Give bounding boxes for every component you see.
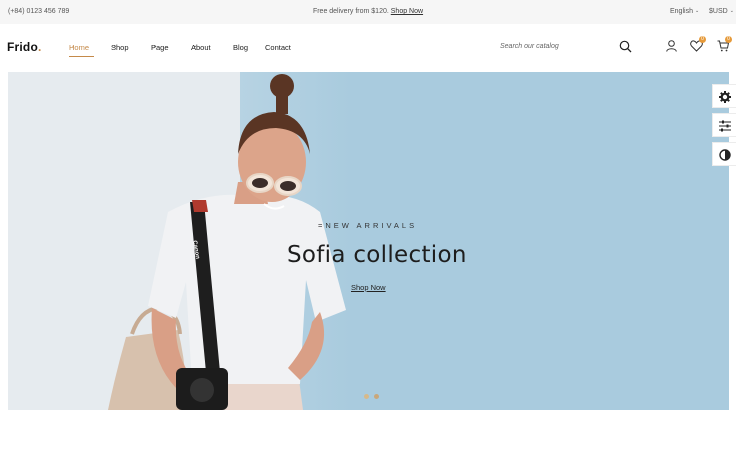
slider-dot-2[interactable] xyxy=(374,394,379,399)
contrast-icon xyxy=(719,149,731,161)
hero-subtitle: =NEW ARRIVALS xyxy=(318,221,418,230)
logo-dot: . xyxy=(38,40,42,54)
hero-slider[interactable]: Canon =NEW ARRIVALS Sofia collection Sho… xyxy=(8,72,729,410)
search-input[interactable]: Search our catalog xyxy=(500,43,559,50)
site-header: Frido. Home ⌄ Shop ⌄ Page ⌄ About ⌄ Blog Con… xyxy=(0,24,736,72)
user-icon[interactable] xyxy=(666,39,677,57)
logo[interactable]: Frido. xyxy=(7,40,42,54)
nav-item-contact[interactable]: Contact xyxy=(265,43,291,52)
contrast-toggle-button[interactable] xyxy=(712,142,736,166)
chevron-down-icon: ⌄ xyxy=(71,43,76,49)
settings-panel-button[interactable] xyxy=(712,84,736,108)
currency-selector[interactable]: $USD ⌄ xyxy=(709,8,734,15)
hero-title: Sofia collection xyxy=(287,242,467,268)
search-bar[interactable]: Search our catalog xyxy=(500,39,635,57)
currency-label: $USD xyxy=(709,8,728,15)
promo-banner: Free delivery from $120. Shop Now xyxy=(0,8,736,15)
customize-panel-button[interactable] xyxy=(712,113,736,137)
top-bar: (+84) 0123 456 789 Free delivery from $1… xyxy=(0,0,736,24)
promo-shop-now-link[interactable]: Shop Now xyxy=(391,8,423,15)
chevron-down-icon: ⌄ xyxy=(113,43,118,49)
chevron-down-icon: ⌄ xyxy=(153,43,158,49)
wishlist-button[interactable]: 0 xyxy=(690,36,706,57)
sliders-icon xyxy=(719,120,731,132)
slider-dot-1[interactable] xyxy=(364,394,369,399)
chevron-down-icon: ⌄ xyxy=(193,43,198,49)
nav-active-underline xyxy=(69,56,94,57)
hero-model-image xyxy=(108,74,346,410)
hero-shop-now-button[interactable]: Shop Now xyxy=(351,283,386,292)
promo-text: Free delivery from $120. xyxy=(312,8,389,15)
wishlist-count-badge: 0 xyxy=(699,36,706,43)
cart-button[interactable]: 0 xyxy=(717,36,732,57)
nav-item-blog[interactable]: Blog xyxy=(233,43,248,52)
language-selector[interactable]: English ⌄ xyxy=(670,8,699,15)
cart-count-badge: 0 xyxy=(725,36,732,43)
search-icon[interactable] xyxy=(619,40,632,58)
logo-text: Frido xyxy=(7,40,38,54)
language-label: English xyxy=(670,8,693,15)
gear-icon xyxy=(719,91,731,103)
